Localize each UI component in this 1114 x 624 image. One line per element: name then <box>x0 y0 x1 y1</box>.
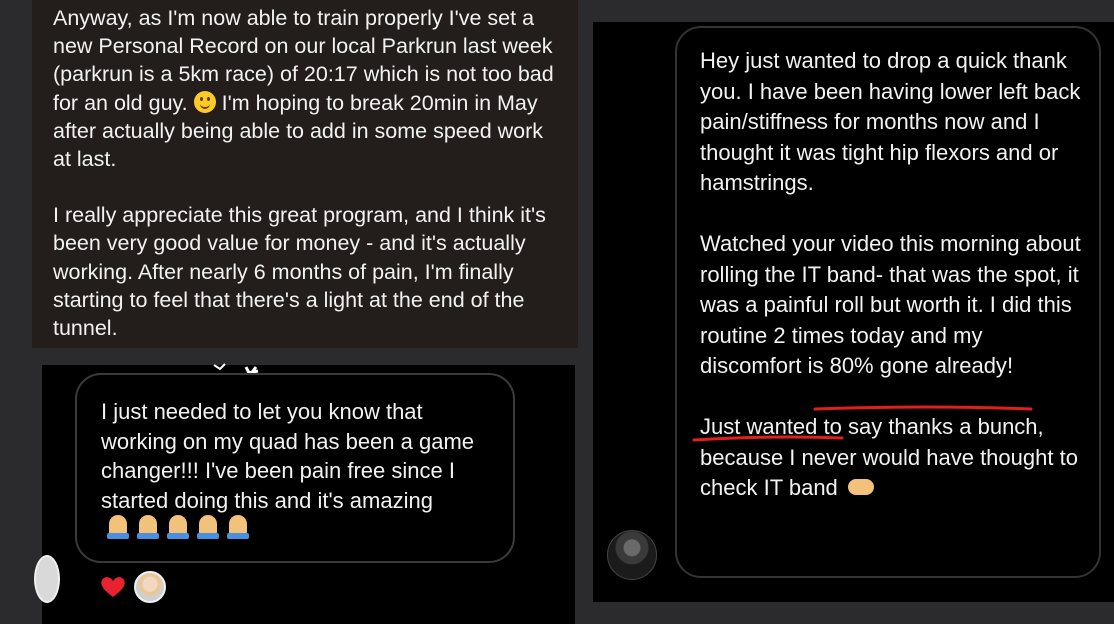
message-bubble: Hey just wanted to drop a quick thank yo… <box>675 26 1101 578</box>
testimonial-parkrun: Anyway, as I'm now able to train properl… <box>32 0 578 348</box>
message-text: I just needed to let you know that worki… <box>101 399 475 513</box>
message-text: ! <box>1006 353 1014 379</box>
message-paragraph: I just needed to let you know that worki… <box>101 397 493 545</box>
praying-hands-emoji-icon <box>105 515 251 539</box>
message-text: Just wanted to say thanks a bunch, becau… <box>700 413 1078 501</box>
message-text: Watched your video this morning about ro… <box>700 230 1081 348</box>
message-paragraph: Anyway, as I'm now able to train properl… <box>53 4 558 173</box>
reaction-avatar[interactable] <box>134 571 166 603</box>
avatar[interactable] <box>34 555 60 603</box>
handshake-emoji-icon <box>847 479 874 496</box>
message-bubble: I just needed to let you know that worki… <box>75 373 515 563</box>
testimonial-quad: I just needed to let you know that worki… <box>34 363 575 624</box>
smiley-emoji-icon <box>193 90 216 113</box>
message-paragraph: Hey just wanted to drop a quick thank yo… <box>700 48 1081 196</box>
sender-avatar[interactable] <box>607 530 657 580</box>
message-paragraph: Watched your video this morning about ro… <box>700 229 1081 382</box>
heart-reaction-icon[interactable] <box>100 575 126 599</box>
message-paragraph: I really appreciate this great program, … <box>53 203 546 341</box>
testimonial-it-band: Hey just wanted to drop a quick thank yo… <box>593 22 1114 602</box>
message-paragraph: Just wanted to say thanks a bunch, becau… <box>700 412 1081 504</box>
